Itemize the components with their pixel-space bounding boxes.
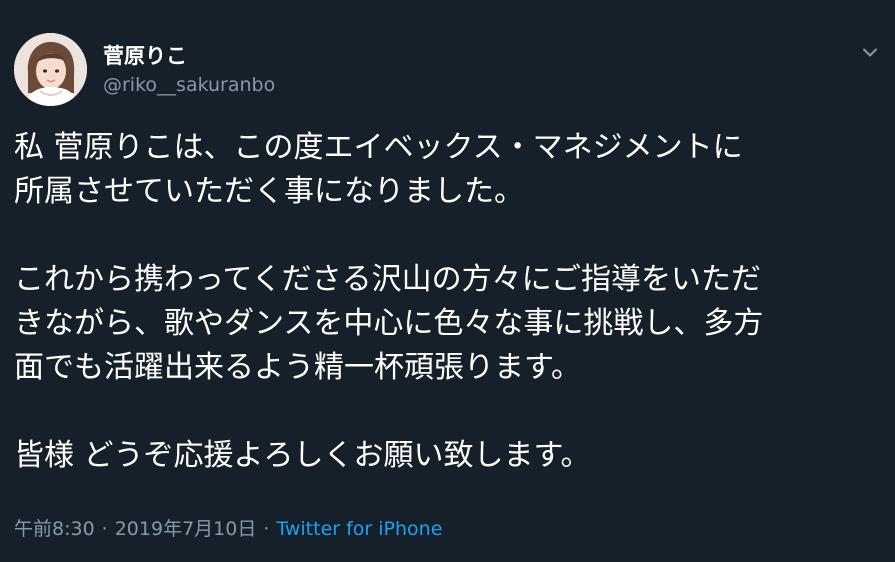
tweet-text: 私 菅原りこは、この度エイベックス・マネジメントに 所属させていただく事になりま… [14, 126, 886, 478]
tweet-time[interactable]: 午前8:30 [14, 518, 95, 540]
tweet-line: 面でも活躍出来るよう精一杯頑張ります。 [14, 350, 581, 385]
meta-separator: · [101, 518, 108, 540]
tweet-paragraph: これから携わってくださる沢山の方々にご指導をいただ きながら、歌やダンスを中心に… [14, 258, 886, 390]
chevron-down-icon [863, 48, 877, 56]
tweet-source-link[interactable]: Twitter for iPhone [276, 518, 442, 540]
tweet-date[interactable]: 2019年7月10日 [115, 518, 257, 540]
user-display-name[interactable]: 菅原りこ [103, 40, 187, 70]
avatar[interactable] [14, 33, 87, 106]
tweet-line: きながら、歌やダンスを中心に色々な事に挑戦し、多方 [14, 306, 764, 341]
avatar-image [14, 33, 87, 106]
tweet-menu-button[interactable] [855, 42, 885, 62]
tweet-line: 私 菅原りこは、この度エイベックス・マネジメントに [14, 130, 743, 165]
tweet-paragraph: 私 菅原りこは、この度エイベックス・マネジメントに 所属させていただく事になりま… [14, 126, 886, 214]
meta-separator: · [263, 518, 270, 540]
tweet-line: これから携わってくださる沢山の方々にご指導をいただ [14, 262, 761, 297]
tweet-line: 皆様 どうぞ応援よろしくお願い致します。 [14, 438, 591, 473]
tweet-line: 所属させていただく事になりました。 [14, 174, 524, 209]
tweet-paragraph: 皆様 どうぞ応援よろしくお願い致します。 [14, 434, 886, 478]
tweet-card: 菅原りこ @riko__sakuranbo 私 菅原りこは、この度エイベックス・… [0, 0, 895, 562]
tweet-meta: 午前8:30 · 2019年7月10日 · Twitter for iPhone [14, 514, 442, 541]
user-handle[interactable]: @riko__sakuranbo [103, 74, 275, 96]
